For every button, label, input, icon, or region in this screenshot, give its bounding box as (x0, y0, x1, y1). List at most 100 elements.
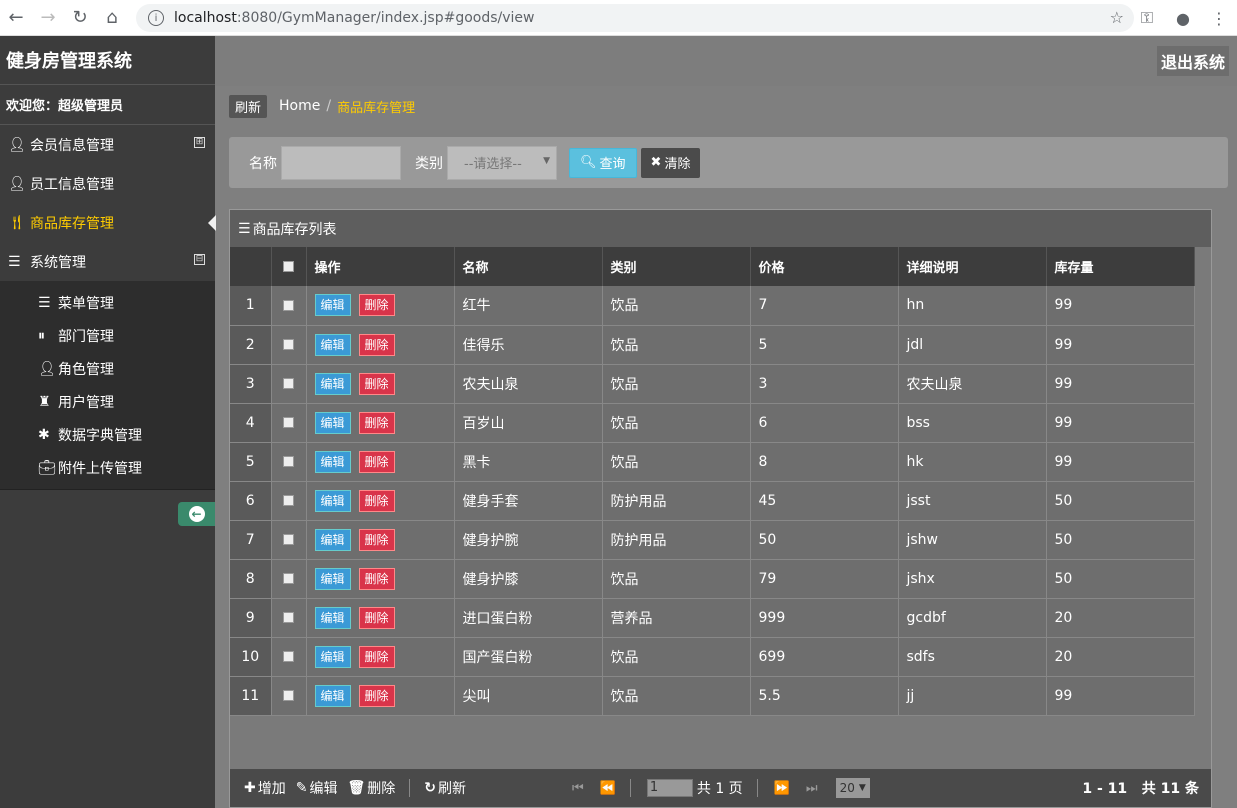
account-icon[interactable]: ● (1165, 9, 1201, 28)
row-checkbox[interactable] (283, 534, 294, 545)
row-number: 3 (230, 364, 272, 404)
sidebar-item-staff[interactable]: 👤︎ 员工信息管理 (0, 164, 215, 203)
delete-row-button[interactable]: 删除 (358, 333, 395, 356)
delete-row-button[interactable]: 删除 (358, 606, 395, 629)
logout-button[interactable]: 退出系统 (1156, 46, 1229, 76)
table-row[interactable]: 7 编辑 删除 健身护腕 防护用品 50 jshw 50 (230, 520, 1195, 560)
sidebar-item-dict[interactable]: ✱ 数据字典管理 (0, 418, 215, 451)
first-page-icon[interactable]: ⏮ (572, 781, 584, 796)
select-all-checkbox[interactable] (283, 261, 294, 272)
table-row[interactable]: 9 编辑 删除 进口蛋白粉 营养品 999 gcdbf 20 (230, 598, 1195, 638)
column-header[interactable]: 类别 (602, 247, 751, 286)
home-icon[interactable]: ⌂ (96, 2, 128, 34)
edit-button[interactable]: ✎ 编辑 (296, 778, 338, 798)
row-number: 9 (230, 598, 272, 638)
table-row[interactable]: 3 编辑 删除 农夫山泉 饮品 3 农夫山泉 99 (230, 364, 1195, 404)
row-checkbox[interactable] (283, 495, 294, 506)
reload-icon[interactable]: ↻ (64, 2, 96, 34)
expand-icon[interactable]: ⊞ (194, 137, 205, 148)
delete-row-button[interactable]: 删除 (358, 372, 395, 395)
prev-page-icon[interactable]: ⏪ (600, 781, 616, 796)
breadcrumb-home[interactable]: Home (279, 98, 320, 114)
edit-row-button[interactable]: 编辑 (314, 489, 351, 512)
edit-row-button[interactable]: 编辑 (314, 606, 351, 629)
row-checkbox[interactable] (283, 378, 294, 389)
category-select[interactable]: --请选择-- ▼ (447, 145, 557, 180)
edit-row-button[interactable]: 编辑 (314, 450, 351, 473)
row-checkbox[interactable] (283, 651, 294, 662)
table-row[interactable]: 5 编辑 删除 黑卡 饮品 8 hk 99 (230, 442, 1195, 482)
page-size-select[interactable]: 20 ▼ (835, 778, 870, 798)
next-page-icon[interactable]: ⏩ (774, 781, 790, 796)
key-icon[interactable]: ⚿ (1129, 8, 1165, 28)
edit-row-button[interactable]: 编辑 (314, 684, 351, 707)
sidebar-item-menu[interactable]: ☰ 菜单管理 (0, 286, 215, 319)
table-row[interactable]: 6 编辑 删除 健身手套 防护用品 45 jsst 50 (230, 481, 1195, 521)
table-header-row: 操作 名称 类别 价格 详细说明 库存量 (230, 247, 1195, 286)
refresh-grid-button[interactable]: ↻ 刷新 (424, 778, 466, 798)
column-header[interactable]: 详细说明 (898, 247, 1047, 286)
delete-row-button[interactable]: 删除 (358, 684, 395, 707)
sidebar-item-dept[interactable]: ⏸ 部门管理 (0, 319, 215, 352)
delete-row-button[interactable]: 删除 (358, 645, 395, 668)
stock-cell: 50 (1046, 520, 1195, 560)
sidebar-item-role[interactable]: 👤︎ 角色管理 (0, 352, 215, 385)
forward-icon[interactable]: → (32, 2, 64, 34)
clear-button[interactable]: ✖ 清除 (640, 147, 701, 178)
table-row[interactable]: 1 编辑 删除 红牛 饮品 7 hn 99 (230, 286, 1195, 326)
row-checkbox-cell (271, 559, 307, 599)
description-cell: gcdbf (898, 598, 1047, 638)
column-header[interactable]: 库存量 (1046, 247, 1195, 286)
column-header[interactable]: 名称 (454, 247, 603, 286)
name-input[interactable] (281, 145, 401, 180)
delete-row-button[interactable]: 删除 (358, 489, 395, 512)
back-icon[interactable]: ← (0, 2, 32, 34)
row-checkbox[interactable] (283, 573, 294, 584)
delete-row-button[interactable]: 删除 (358, 411, 395, 434)
table-row[interactable]: 4 编辑 删除 百岁山 饮品 6 bss 99 (230, 403, 1195, 443)
sidebar-item-label: 菜单管理 (58, 295, 114, 312)
address-bar[interactable]: i localhost:8080/GymManager/index.jsp#go… (136, 4, 1134, 32)
menu-dots-icon[interactable]: ⋮ (1201, 9, 1237, 28)
star-icon[interactable]: ☆ (1110, 8, 1124, 27)
info-icon[interactable]: i (148, 10, 164, 26)
refresh-button[interactable]: 刷新 (229, 94, 268, 118)
delete-button[interactable]: 🗑︎ 删除 (347, 778, 395, 798)
add-button[interactable]: ✚ 增加 (244, 778, 286, 798)
row-checkbox[interactable] (283, 456, 294, 467)
tower-icon: ♜ (38, 393, 51, 410)
page-input[interactable]: 1 (646, 779, 693, 797)
delete-row-button[interactable]: 删除 (358, 567, 395, 590)
sidebar-item-user[interactable]: ♜ 用户管理 (0, 385, 215, 418)
sidebar-item-upload[interactable]: 💼︎ 附件上传管理 (0, 451, 215, 484)
column-header[interactable]: 价格 (750, 247, 899, 286)
table-row[interactable]: 11 编辑 删除 尖叫 饮品 5.5 jj 99 (230, 676, 1195, 716)
table-row[interactable]: 2 编辑 删除 佳得乐 饮品 5 jdl 99 (230, 325, 1195, 365)
row-checkbox[interactable] (283, 339, 294, 350)
row-checkbox[interactable] (283, 690, 294, 701)
delete-row-button[interactable]: 删除 (358, 294, 395, 317)
sidebar-item-goods[interactable]: 🍴︎ 商品库存管理 (0, 203, 216, 242)
edit-row-button[interactable]: 编辑 (314, 333, 351, 356)
category-cell: 防护用品 (602, 481, 751, 521)
edit-row-button[interactable]: 编辑 (314, 411, 351, 434)
row-checkbox[interactable] (283, 612, 294, 623)
delete-row-button[interactable]: 删除 (358, 528, 395, 551)
sidebar-collapse-button[interactable]: ← (178, 502, 215, 526)
collapse-icon[interactable]: ⊟ (194, 254, 205, 265)
row-checkbox[interactable] (283, 417, 294, 428)
row-checkbox[interactable] (283, 299, 294, 311)
price-cell: 8 (750, 442, 899, 482)
table-row[interactable]: 8 编辑 删除 健身护膝 饮品 79 jshx 50 (230, 559, 1195, 599)
edit-row-button[interactable]: 编辑 (314, 528, 351, 551)
last-page-icon[interactable]: ⏭ (806, 781, 818, 796)
edit-row-button[interactable]: 编辑 (314, 645, 351, 668)
edit-row-button[interactable]: 编辑 (314, 372, 351, 395)
query-button[interactable]: 🔍︎ 查询 (569, 147, 637, 178)
sidebar-item-system[interactable]: ☰ 系统管理 ⊟ (0, 242, 215, 281)
edit-row-button[interactable]: 编辑 (314, 567, 351, 590)
delete-row-button[interactable]: 删除 (358, 450, 395, 473)
edit-row-button[interactable]: 编辑 (314, 294, 351, 317)
table-row[interactable]: 10 编辑 删除 国产蛋白粉 饮品 699 sdfs 20 (230, 637, 1195, 677)
sidebar-item-members[interactable]: 👤︎ 会员信息管理 ⊞ (0, 125, 215, 164)
